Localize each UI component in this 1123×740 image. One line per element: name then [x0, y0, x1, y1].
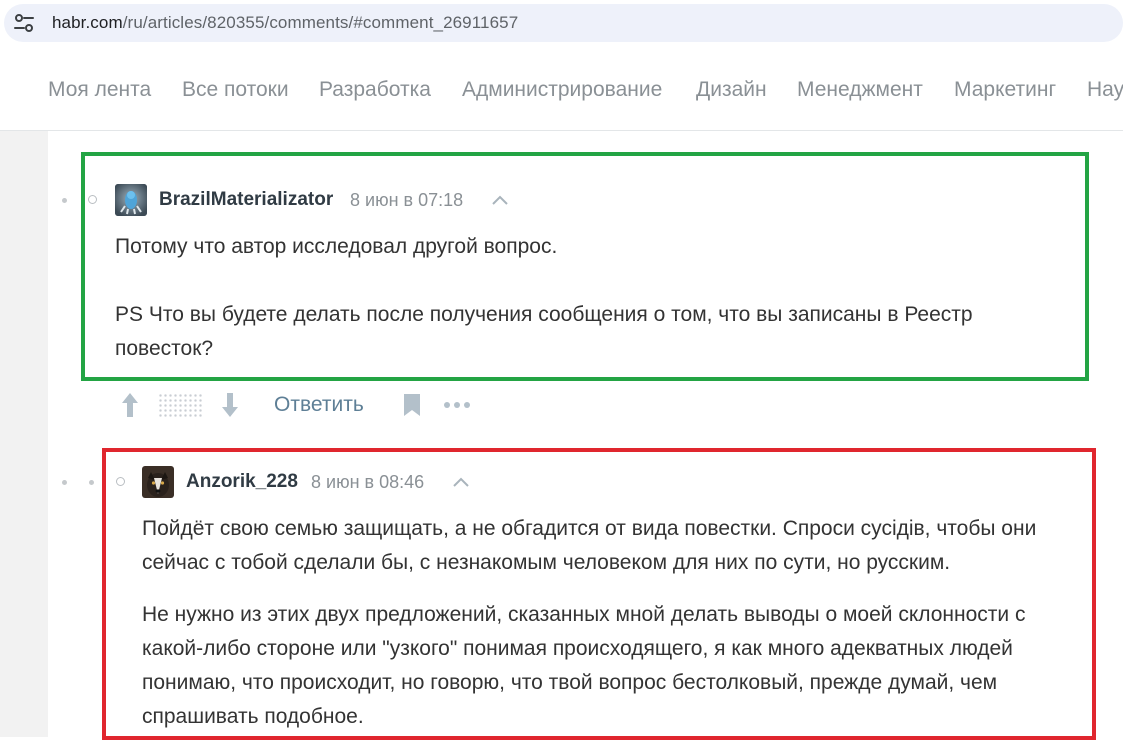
- site-settings-icon[interactable]: [14, 14, 34, 32]
- comment-body: Потому что автор исследовал другой вопро…: [115, 230, 1075, 366]
- comment-author[interactable]: Anzorik_228: [186, 471, 298, 493]
- browser-address-bar: habr.com/ru/articles/820355/comments/#co…: [0, 0, 1123, 50]
- nav-item-my-feed[interactable]: Моя лента: [48, 78, 151, 102]
- avatar-image: [115, 184, 147, 216]
- avatar[interactable]: [142, 466, 174, 498]
- rating-score-hidden: [158, 393, 202, 417]
- reply-button[interactable]: Ответить: [274, 393, 364, 417]
- chevron-up-icon[interactable]: [491, 194, 509, 206]
- thread-dot: [62, 480, 67, 485]
- nav-item-all-flows[interactable]: Все потоки: [182, 78, 289, 102]
- url-field[interactable]: habr.com/ru/articles/820355/comments/#co…: [4, 4, 1123, 42]
- nav-item-development[interactable]: Разработка: [319, 78, 431, 102]
- comment-time[interactable]: 8 июн в 07:18: [350, 190, 463, 211]
- arrow-down-icon[interactable]: [220, 392, 240, 418]
- nav-item-management[interactable]: Менеджмент: [797, 78, 923, 102]
- more-options-icon[interactable]: [443, 401, 471, 409]
- arrow-up-icon[interactable]: [120, 392, 140, 418]
- flows-navigation: Моя лента Все потоки Разработка Админист…: [0, 52, 1123, 131]
- thread-dot: [89, 480, 94, 485]
- url-host: habr.com: [52, 13, 123, 32]
- comment-author[interactable]: BrazilMaterializator: [159, 189, 333, 211]
- thread-dot: [62, 198, 67, 203]
- comment-paragraph: Потому что автор исследовал другой вопро…: [115, 235, 558, 258]
- comment-paragraph: Пойдёт свою семью защищать, а не обгадит…: [142, 517, 1037, 574]
- left-gutter: [0, 131, 48, 737]
- nav-item-design[interactable]: Дизайн: [696, 78, 767, 102]
- avatar-image: [142, 466, 174, 498]
- chevron-up-icon[interactable]: [452, 476, 470, 488]
- comment-paragraph: Не нужно из этих двух предложений, сказа…: [142, 603, 1026, 728]
- avatar[interactable]: [115, 184, 147, 216]
- comment-body: Пойдёт свою семью защищать, а не обгадит…: [142, 512, 1090, 734]
- comment-time[interactable]: 8 июн в 08:46: [311, 472, 424, 493]
- bookmark-icon[interactable]: [403, 393, 421, 417]
- nav-item-science[interactable]: Нау: [1087, 78, 1123, 102]
- comment-paragraph: PS Что вы будете делать после получения …: [115, 303, 973, 360]
- comments-section: BrazilMaterializator 8 июн в 07:18 Потом…: [0, 131, 1123, 740]
- nav-item-administration[interactable]: Администрирование: [462, 78, 662, 102]
- url-path: /ru/articles/820355/comments/#comment_26…: [122, 13, 519, 32]
- url-text[interactable]: habr.com/ru/articles/820355/comments/#co…: [52, 13, 518, 33]
- nav-item-marketing[interactable]: Маркетинг: [954, 78, 1056, 102]
